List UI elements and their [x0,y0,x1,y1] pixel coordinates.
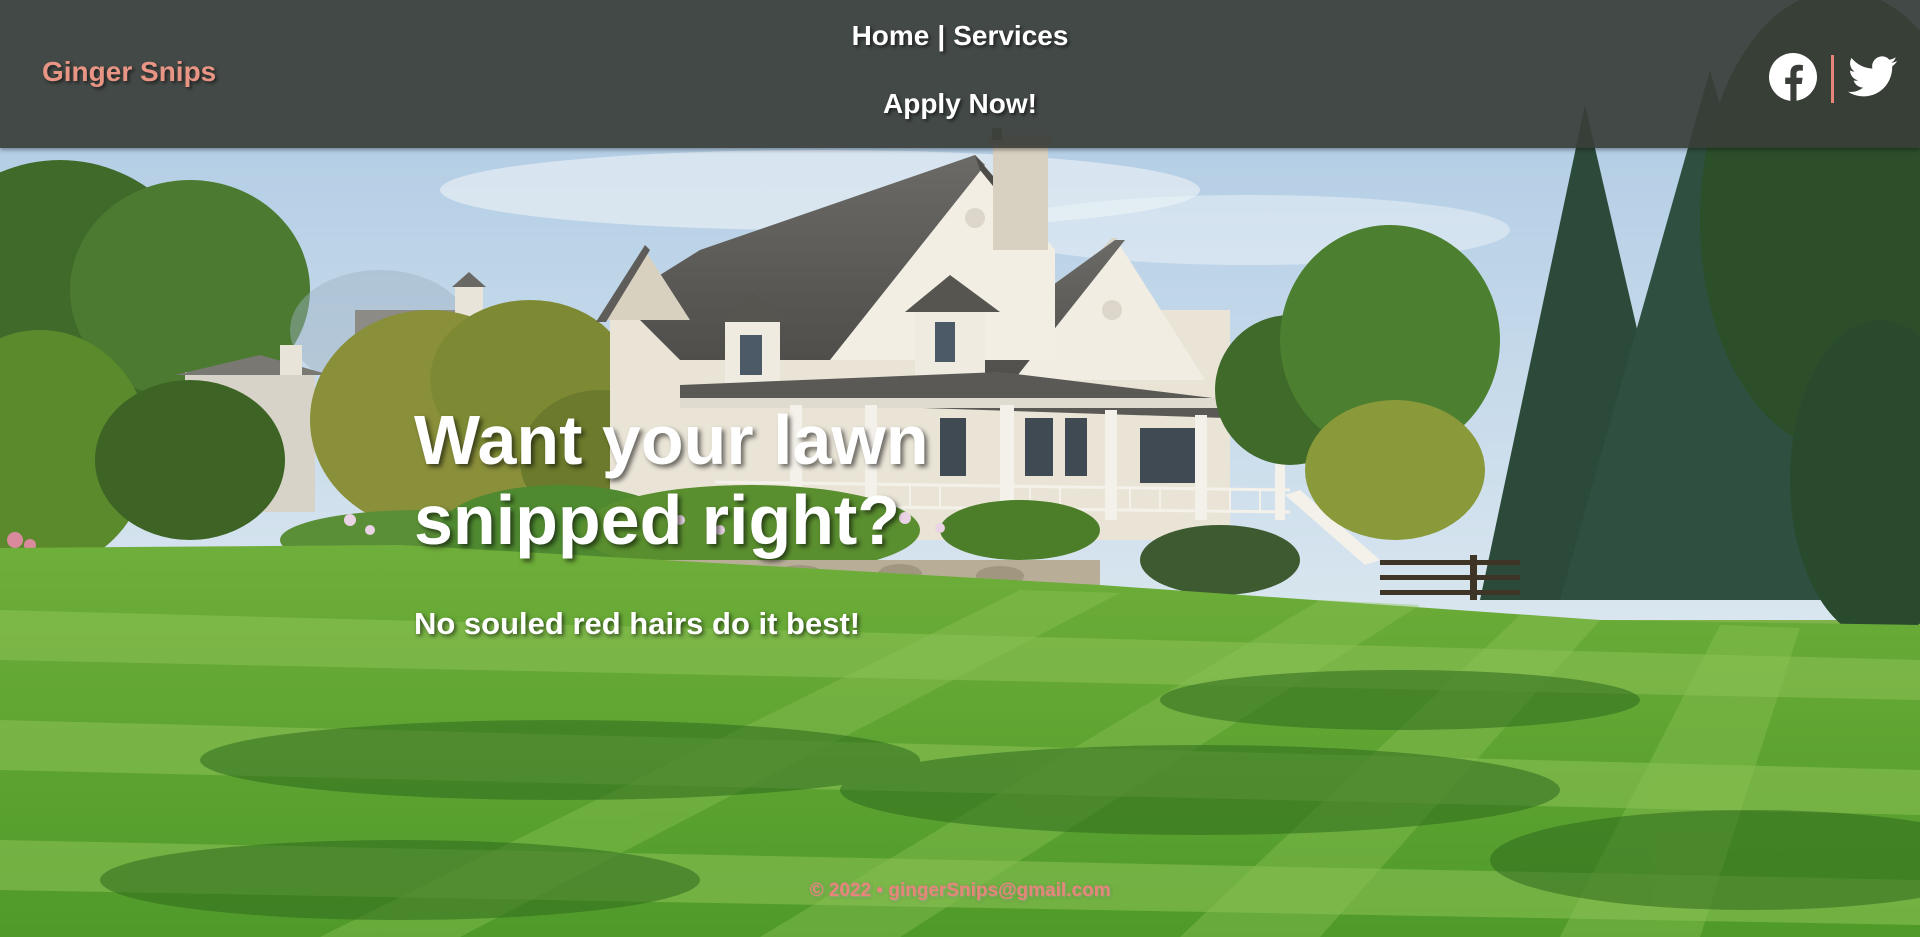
facebook-link[interactable] [1769,52,1817,106]
twitter-icon [1848,55,1898,96]
facebook-icon [1769,52,1817,101]
social-divider [1831,55,1834,103]
footer-copyright: © 2022 • [809,880,883,901]
hero-subtitle: No souled red hairs do it best! [414,606,861,641]
hero-section: Want your lawn snipped right? No souled r… [414,400,1314,642]
footer-email-link[interactable]: gingerSnips@gmail.com [888,880,1110,901]
hero-title-line2: snipped right? [414,481,901,559]
hero-title-line1: Want your lawn [414,401,929,479]
nav-row-primary: Home | Services [0,20,1920,52]
nav-link-apply-now[interactable]: Apply Now! [883,88,1037,119]
nav-link-home[interactable]: Home [852,20,930,51]
nav-link-services[interactable]: Services [953,20,1068,51]
hero-title: Want your lawn snipped right? [414,400,1314,560]
nav-separator: | [937,20,946,51]
twitter-link[interactable] [1848,55,1898,103]
brand-logo-link[interactable]: Ginger Snips [42,56,216,88]
site-header: Ginger Snips Home | Services Apply Now! [0,0,1920,148]
social-links [1769,52,1898,106]
nav-row-secondary: Apply Now! [0,88,1920,120]
page: Ginger Snips Home|Services Apply Now! [0,0,1920,937]
site-footer: © 2022 • gingerSnips@gmail.com [0,880,1920,902]
